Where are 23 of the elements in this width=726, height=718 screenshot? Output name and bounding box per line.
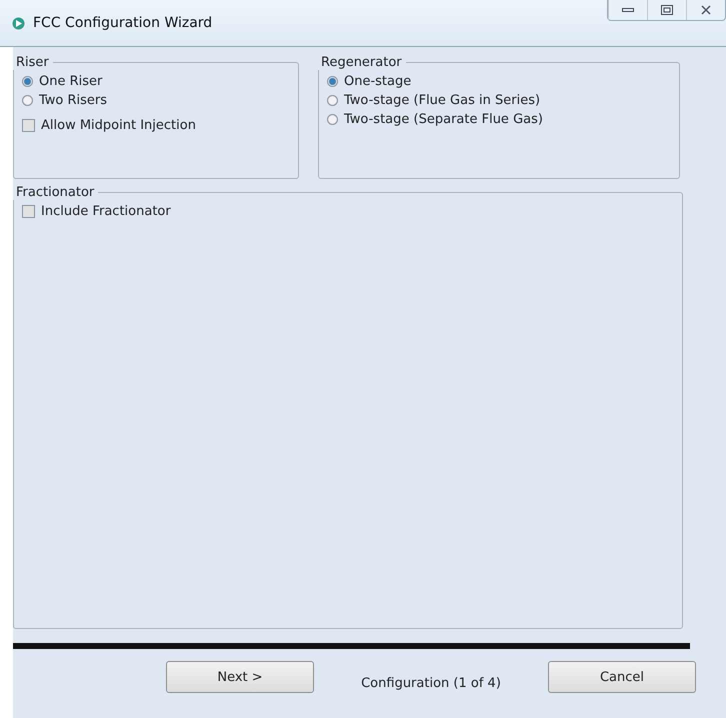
radio-option[interactable]: Two-stage (Flue Gas in Series) bbox=[327, 93, 671, 108]
status-text: Configuration (1 of 4) bbox=[360, 676, 502, 690]
checkbox[interactable]: Include Fractionator bbox=[22, 204, 674, 219]
group-title: Fractionator bbox=[15, 185, 96, 200]
group-title: Regenerator bbox=[320, 55, 403, 70]
next-button[interactable]: Next > bbox=[166, 661, 314, 693]
minimize-icon bbox=[622, 7, 634, 13]
maximize-icon bbox=[661, 5, 673, 15]
app-icon bbox=[12, 16, 25, 30]
cancel-button[interactable]: Cancel bbox=[548, 661, 696, 693]
radio-button[interactable] bbox=[327, 95, 338, 106]
group-title: Riser bbox=[15, 55, 50, 70]
radio-button[interactable] bbox=[327, 76, 338, 87]
radio-button[interactable] bbox=[22, 76, 33, 87]
radio-button[interactable] bbox=[327, 114, 338, 125]
window-title: FCC Configuration Wizard bbox=[33, 15, 212, 31]
radio-button[interactable] bbox=[22, 95, 33, 106]
checkbox[interactable]: Allow Midpoint Injection bbox=[22, 118, 290, 133]
radio-option[interactable]: Two-stage (Separate Flue Gas) bbox=[327, 112, 671, 127]
close-icon bbox=[701, 5, 711, 15]
radio-option[interactable]: Two Risers bbox=[22, 93, 290, 108]
radio-option[interactable]: One Riser bbox=[22, 74, 290, 89]
radio-option[interactable]: One-stage bbox=[327, 74, 671, 89]
